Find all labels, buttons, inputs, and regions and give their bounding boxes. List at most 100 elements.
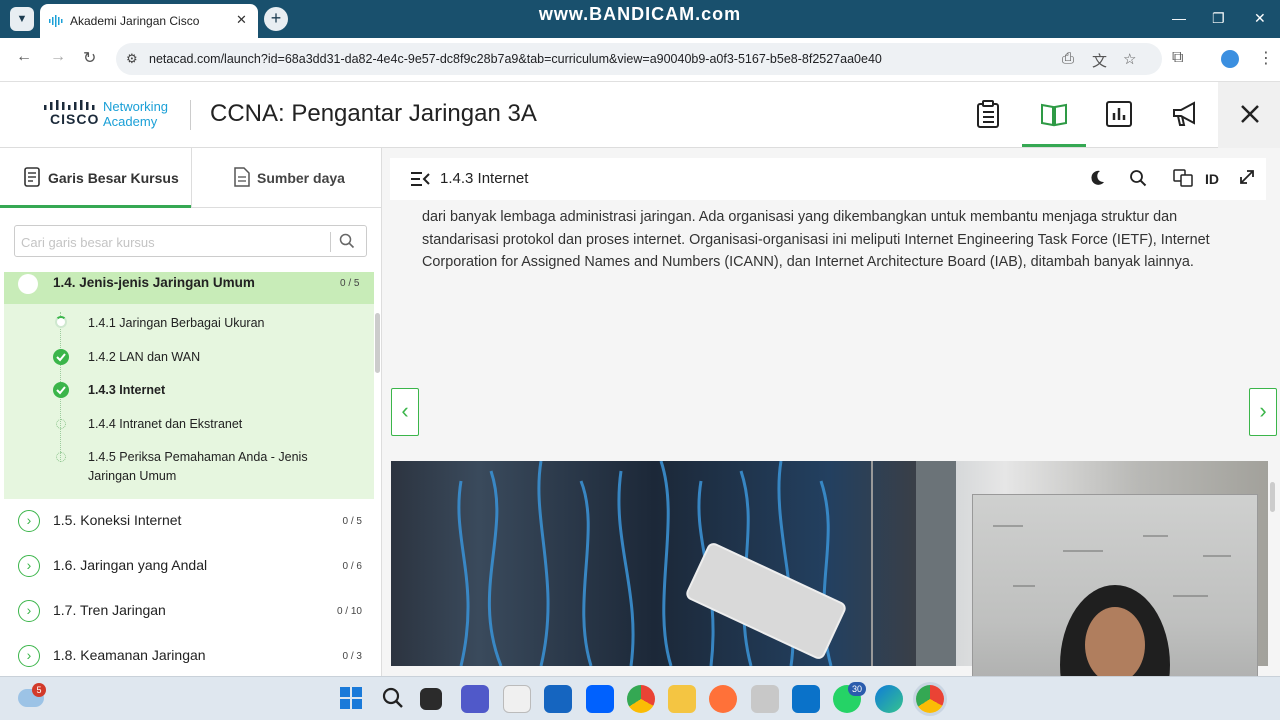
windows-start-icon[interactable] xyxy=(340,687,362,709)
module-progress-indicator xyxy=(18,274,38,294)
whatsapp-badge: 30 xyxy=(848,682,866,696)
maximize-icon[interactable]: ❐ xyxy=(1212,10,1225,27)
edge-icon[interactable] xyxy=(875,685,903,713)
teams-icon[interactable] xyxy=(461,685,489,713)
lesson-item-1-4-1[interactable]: 1.4.1 Jaringan Berbagai Ukuran xyxy=(4,314,374,342)
module-header-1-4[interactable]: 1.4. Jenis-jenis Jaringan Umum 0 / 5 xyxy=(4,272,374,304)
lesson-item-1-4-4[interactable]: 1.4.4 Intranet dan Ekstranet xyxy=(4,415,374,443)
lesson-partial-icon xyxy=(55,316,67,328)
lesson-label: 1.4.1 Jaringan Berbagai Ukuran xyxy=(88,316,265,330)
amazon-icon[interactable] xyxy=(503,685,531,713)
document-icon xyxy=(234,167,250,187)
active-view-indicator xyxy=(1022,144,1086,147)
forward-icon[interactable]: → xyxy=(50,48,66,66)
logo-academy-text: Academy xyxy=(103,114,158,129)
chevron-right-icon[interactable]: › xyxy=(18,510,40,532)
browser-menu-icon[interactable]: ⋮ xyxy=(1258,48,1274,68)
browser-tab-bar: ▼ Akademi Jaringan Cisco ✕ + www.BANDICA… xyxy=(0,0,1280,38)
tab-resources[interactable]: Sumber daya xyxy=(191,148,382,208)
tab-resources-label: Sumber daya xyxy=(257,170,345,186)
grades-chart-icon[interactable] xyxy=(1104,99,1134,129)
cisco-wordmark: CISCO xyxy=(50,111,100,127)
reload-icon[interactable]: ↻ xyxy=(83,48,96,68)
weather-badge: 5 xyxy=(32,683,46,697)
module-item-1-5[interactable]: › 1.5. Koneksi Internet 0 / 5 xyxy=(4,500,374,545)
extensions-icon[interactable]: ⧉ xyxy=(1172,49,1183,67)
module-title: 1.4. Jenis-jenis Jaringan Umum xyxy=(53,275,255,290)
next-page-button[interactable]: › xyxy=(1249,388,1277,436)
content-scrollbar[interactable] xyxy=(1270,482,1275,512)
lesson-item-1-4-5[interactable]: 1.4.5 Periksa Pemahaman Anda - Jenis Jar… xyxy=(4,448,374,492)
chevron-right-icon[interactable]: › xyxy=(18,600,40,622)
snipping-tool-icon[interactable] xyxy=(751,685,779,713)
sidebar-tabs: Garis Besar Kursus Sumber daya xyxy=(0,148,382,208)
outline-list: 1.4. Jenis-jenis Jaringan Umum 0 / 5 1.4… xyxy=(4,272,374,676)
store-icon[interactable] xyxy=(544,685,572,713)
outline-search-input[interactable] xyxy=(21,232,321,252)
lesson-empty-icon xyxy=(56,419,66,429)
outline-doc-icon xyxy=(24,167,40,187)
minimize-icon[interactable]: — xyxy=(1172,10,1186,26)
chrome-active-icon[interactable] xyxy=(916,685,944,713)
module-count: 0 / 10 xyxy=(336,606,362,617)
task-view-icon[interactable] xyxy=(420,688,442,710)
close-icon xyxy=(1241,105,1259,123)
language-code[interactable]: ID xyxy=(1205,171,1219,187)
address-bar[interactable]: ⚙ netacad.com/launch?id=68a3dd31-da82-4e… xyxy=(116,43,1162,75)
clipboard-icon[interactable] xyxy=(973,99,1003,129)
module-count: 0 / 3 xyxy=(342,651,362,662)
file-explorer-icon[interactable] xyxy=(668,685,696,713)
book-icon[interactable] xyxy=(1039,99,1069,129)
translate-icon[interactable]: 文 xyxy=(1092,50,1107,71)
chevron-right-icon[interactable]: › xyxy=(18,555,40,577)
bookmark-star-icon[interactable]: ☆ xyxy=(1123,50,1136,68)
module-item-1-8[interactable]: › 1.8. Keamanan Jaringan 0 / 3 xyxy=(4,635,374,676)
lesson-paragraph: dari banyak lembaga administrasi jaringa… xyxy=(422,209,1210,270)
module-item-1-6[interactable]: › 1.6. Jaringan yang Andal 0 / 6 xyxy=(4,545,374,590)
lesson-label-current: 1.4.3 Internet xyxy=(88,383,166,397)
module-title: 1.6. Jaringan yang Andal xyxy=(53,557,208,573)
windows-taskbar: 5 30 xyxy=(0,676,1280,720)
dark-mode-moon-icon[interactable] xyxy=(1088,169,1106,187)
expand-icon[interactable] xyxy=(1239,169,1255,185)
lesson-label: 1.4.4 Intranet dan Ekstranet xyxy=(88,417,243,431)
module-item-1-4: 1.4. Jenis-jenis Jaringan Umum 0 / 5 1.4… xyxy=(4,272,374,499)
chrome-icon[interactable] xyxy=(627,685,655,713)
translate-icon[interactable] xyxy=(1173,169,1193,187)
vscode-icon[interactable] xyxy=(792,685,820,713)
megaphone-icon[interactable] xyxy=(1170,99,1200,129)
outline-search-box[interactable] xyxy=(14,225,367,257)
logo-divider xyxy=(190,100,191,130)
module-count: 0 / 5 xyxy=(342,516,362,527)
module-item-1-7[interactable]: › 1.7. Tren Jaringan 0 / 10 xyxy=(4,590,374,635)
site-info-icon[interactable]: ⚙ xyxy=(126,51,138,67)
sidebar-scrollbar[interactable] xyxy=(375,313,380,373)
search-divider xyxy=(330,232,331,252)
module-count: 0 / 6 xyxy=(342,561,362,572)
taskbar-search-icon[interactable] xyxy=(382,687,404,709)
course-outline-sidebar: Garis Besar Kursus Sumber daya 1.4. Jeni… xyxy=(0,148,382,676)
module-count: 0 / 5 xyxy=(340,278,360,289)
window-close-icon[interactable]: ✕ xyxy=(1254,10,1266,27)
logo-networking-text: Networking xyxy=(103,99,169,114)
module-title: 1.8. Keamanan Jaringan xyxy=(53,647,206,663)
back-icon[interactable]: ← xyxy=(16,48,32,66)
lesson-title: 1.4.3 Internet xyxy=(440,170,529,187)
previous-page-button[interactable]: ‹ xyxy=(391,388,419,436)
search-icon[interactable] xyxy=(339,233,355,249)
profile-avatar[interactable] xyxy=(1221,50,1239,68)
firefox-icon[interactable] xyxy=(709,685,737,713)
chevron-right-icon[interactable]: › xyxy=(18,645,40,667)
url-text[interactable]: netacad.com/launch?id=68a3dd31-da82-4e4c… xyxy=(149,52,882,66)
lesson-item-1-4-3[interactable]: 1.4.3 Internet xyxy=(4,381,374,409)
tab-course-outline[interactable]: Garis Besar Kursus xyxy=(0,148,191,208)
close-course-button[interactable] xyxy=(1218,82,1280,148)
dropbox-icon[interactable] xyxy=(586,685,614,713)
check-circle-icon xyxy=(53,349,69,365)
collapse-menu-icon[interactable] xyxy=(410,170,430,188)
address-toolbar: ← → ↻ ⚙ netacad.com/launch?id=68a3dd31-d… xyxy=(0,38,1280,82)
search-icon[interactable] xyxy=(1129,169,1147,187)
lesson-empty-icon xyxy=(56,452,66,462)
lesson-item-1-4-2[interactable]: 1.4.2 LAN dan WAN xyxy=(4,348,374,376)
install-app-icon[interactable]: ⎙ xyxy=(1062,50,1074,67)
